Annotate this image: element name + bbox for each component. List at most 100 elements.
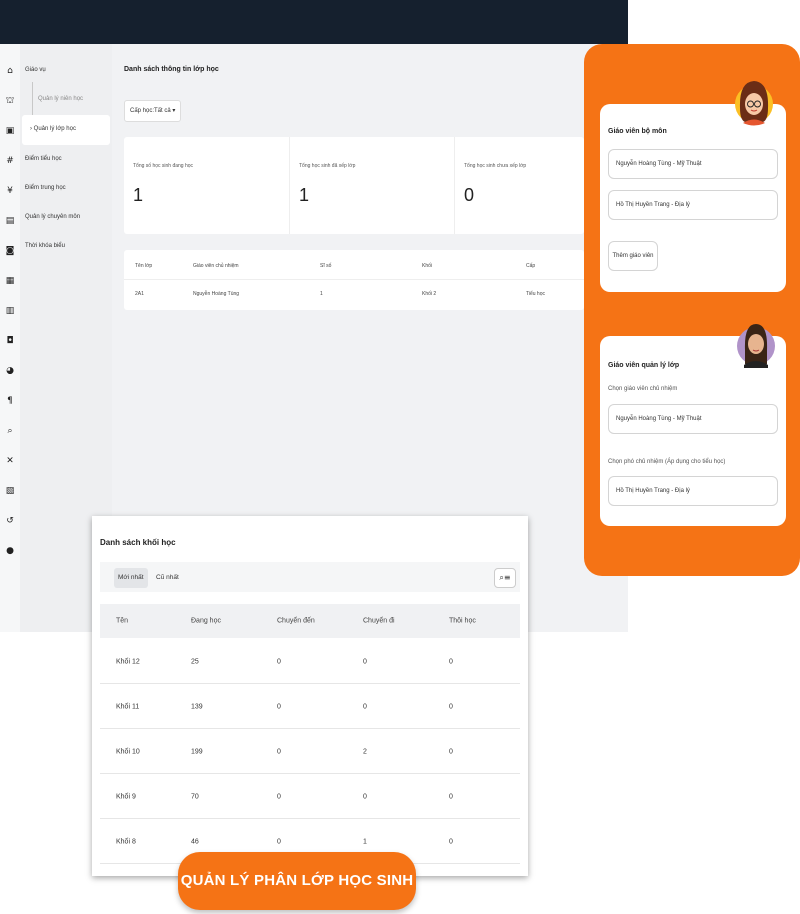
table-cell: 0 <box>363 703 367 710</box>
card-title: Giáo viên bộ môn <box>608 128 667 135</box>
table-cell: 46 <box>191 838 199 845</box>
table-row[interactable]: Khối 10 199 0 2 0 <box>100 730 520 774</box>
briefcase-icon[interactable]: ▣ <box>5 126 15 136</box>
table-cell: 0 <box>449 748 453 755</box>
deputy-teacher-select[interactable]: Hồ Thị Huyền Trang - Địa lý <box>608 476 778 506</box>
column-header[interactable]: Sĩ số <box>320 263 331 269</box>
add-teacher-button[interactable]: Thêm giáo viên <box>608 241 658 271</box>
grade-list-title: Danh sách khối học <box>100 538 176 547</box>
report-icon[interactable]: ▧ <box>5 486 15 496</box>
table-row[interactable]: Khối 11 139 0 0 0 <box>100 685 520 729</box>
table-cell: Nguyễn Hoàng Tùng <box>193 291 240 297</box>
table-cell: 0 <box>277 793 281 800</box>
table-row[interactable]: 2A1 Nguyễn Hoàng Tùng 1 Khối 2 Tiểu học <box>124 280 584 308</box>
bookmark-icon[interactable]: ◘ <box>5 336 15 346</box>
table-cell: 2 <box>363 748 367 755</box>
class-icon[interactable]: # <box>5 156 15 166</box>
chat-icon[interactable]: ◕ <box>5 366 15 376</box>
bag-icon[interactable]: ◙ <box>5 246 15 256</box>
sidebar-item-chuyen-mon[interactable]: Quản lý chuyên môn <box>25 214 80 220</box>
table-row[interactable]: Khối 12 25 0 0 0 <box>100 640 520 684</box>
stat-label: Tổng học sinh đã xếp lớp <box>299 163 356 169</box>
table-cell: 1 <box>363 838 367 845</box>
column-header[interactable]: Thôi học <box>449 618 476 625</box>
column-header[interactable]: Tên <box>116 618 128 625</box>
icon-rail: ⌂ ⛫ ▣ # ¥ ▤ ◙ ▦ ▥ ◘ ◕ ¶ ⌕ ✕ ▧ ↺ ● <box>0 44 20 632</box>
table-cell: 0 <box>277 748 281 755</box>
level-filter-dropdown[interactable]: Cấp học:Tất cả ▾ <box>124 100 182 122</box>
history-icon[interactable]: ↺ <box>5 516 15 526</box>
table-cell: Khối 12 <box>116 658 140 665</box>
search-icon[interactable]: ⌕ <box>5 426 15 436</box>
sidebar-item-nien-hoc[interactable]: Quản lý niên học <box>38 96 83 102</box>
column-header[interactable]: Chuyển đến <box>277 618 315 625</box>
stat-label: Tổng số học sinh đang học <box>133 163 194 169</box>
table-cell: 0 <box>363 658 367 665</box>
column-header[interactable]: Khối <box>422 263 432 269</box>
field-label: Chọn phó chủ nhiệm (Áp dụng cho tiểu học… <box>608 459 726 465</box>
sort-tabs: Mới nhất Cũ nhất ⌕≡ <box>100 562 520 592</box>
stat-card: Tổng học sinh đã xếp lớp 1 <box>289 137 453 234</box>
card-title: Giáo viên quản lý lớp <box>608 362 680 369</box>
column-header[interactable]: Tên lớp <box>135 263 152 269</box>
grid-icon[interactable]: ▦ <box>5 276 15 286</box>
tab-oldest[interactable]: Cũ nhất <box>152 568 183 588</box>
search-filter-icon: ⌕≡ <box>499 573 511 582</box>
cutlery-icon[interactable]: ¶ <box>5 396 15 406</box>
grade-list-card: Danh sách khối học Mới nhất Cũ nhất ⌕≡ T… <box>92 516 528 876</box>
sidebar-item-diem-trung-hoc[interactable]: Điểm trung học <box>25 185 66 191</box>
app-topbar <box>0 0 628 44</box>
table-cell: Khối 9 <box>116 793 136 800</box>
sidebar-item-thoi-khoa-bieu[interactable]: Thời khóa biểu <box>25 243 65 249</box>
table-cell: 0 <box>449 703 453 710</box>
stats-panel: Tổng số học sinh đang học 1 Tổng học sin… <box>124 137 584 234</box>
table-cell: 25 <box>191 658 199 665</box>
stat-label: Tổng học sinh chưa xếp lớp <box>464 163 527 169</box>
column-header[interactable]: Chuyển đi <box>363 618 395 625</box>
table-cell: 0 <box>449 658 453 665</box>
search-filter-button[interactable]: ⌕≡ <box>494 568 516 588</box>
table-cell: 139 <box>191 703 203 710</box>
table-cell: 0 <box>363 793 367 800</box>
home-icon[interactable]: ⌂ <box>5 66 15 76</box>
table-cell: 0 <box>277 658 281 665</box>
document-icon[interactable]: ▥ <box>5 306 15 316</box>
sidebar-item-giao-vu[interactable]: Giáo vụ <box>25 67 46 73</box>
book-icon[interactable]: ▤ <box>5 216 15 226</box>
table-row[interactable]: Khối 9 70 0 0 0 <box>100 775 520 819</box>
stat-card: Tổng số học sinh đang học 1 <box>124 137 288 234</box>
table-cell: Khối 8 <box>116 838 136 845</box>
teacher-avatar-icon <box>737 324 775 368</box>
tab-newest[interactable]: Mới nhất <box>114 568 148 588</box>
feature-banner-button[interactable]: QUẢN LÝ PHÂN LỚP HỌC SINH <box>178 852 416 910</box>
column-header[interactable]: Giáo viên chủ nhiệm <box>193 263 239 269</box>
tools-icon[interactable]: ✕ <box>5 456 15 466</box>
table-cell: 0 <box>277 703 281 710</box>
table-cell: Khối 11 <box>116 703 140 710</box>
table-cell: Khối 10 <box>116 748 140 755</box>
column-header[interactable]: Cấp <box>526 263 535 269</box>
subject-teacher-field[interactable]: Hồ Thị Huyền Trang - Địa lý <box>608 190 778 220</box>
table-cell: 0 <box>449 793 453 800</box>
table-cell: Khối 2 <box>422 291 437 297</box>
table-cell: 199 <box>191 748 203 755</box>
homeroom-teacher-select[interactable]: Nguyễn Hoàng Tùng - Mỹ Thuật <box>608 404 778 434</box>
field-label: Chọn giáo viên chủ nhiệm <box>608 386 678 392</box>
teacher-panel: Giáo viên bộ môn Nguyễn Hoàng Tùng - Mỹ … <box>584 44 800 576</box>
page-title: Danh sách thông tin lớp học <box>124 66 219 73</box>
table-cell: Tiểu học <box>526 291 545 297</box>
column-header[interactable]: Đang học <box>191 618 221 625</box>
scale-icon[interactable]: ¥ <box>5 186 15 196</box>
teacher-avatar-icon <box>735 81 773 126</box>
sidebar-item-label: Quản lý lớp học <box>33 126 76 132</box>
message-icon[interactable]: ● <box>5 546 15 556</box>
stat-value: 1 <box>133 185 144 205</box>
class-table: Tên lớp Giáo viên chủ nhiệm Sĩ số Khối C… <box>124 250 584 310</box>
school-icon[interactable]: ⛫ <box>5 96 15 106</box>
subject-teacher-field[interactable]: Nguyễn Hoàng Tùng - Mỹ Thuật <box>608 149 778 179</box>
sidebar-item-lop-hoc[interactable]: › Quản lý lớp học <box>30 126 76 132</box>
table-cell: 2A1 <box>135 291 144 297</box>
sidebar-item-diem-tieu-hoc[interactable]: Điểm tiểu học <box>25 156 62 162</box>
table-cell: 1 <box>320 291 323 297</box>
table-header: Tên Đang học Chuyển đến Chuyển đi Thôi h… <box>100 604 520 638</box>
